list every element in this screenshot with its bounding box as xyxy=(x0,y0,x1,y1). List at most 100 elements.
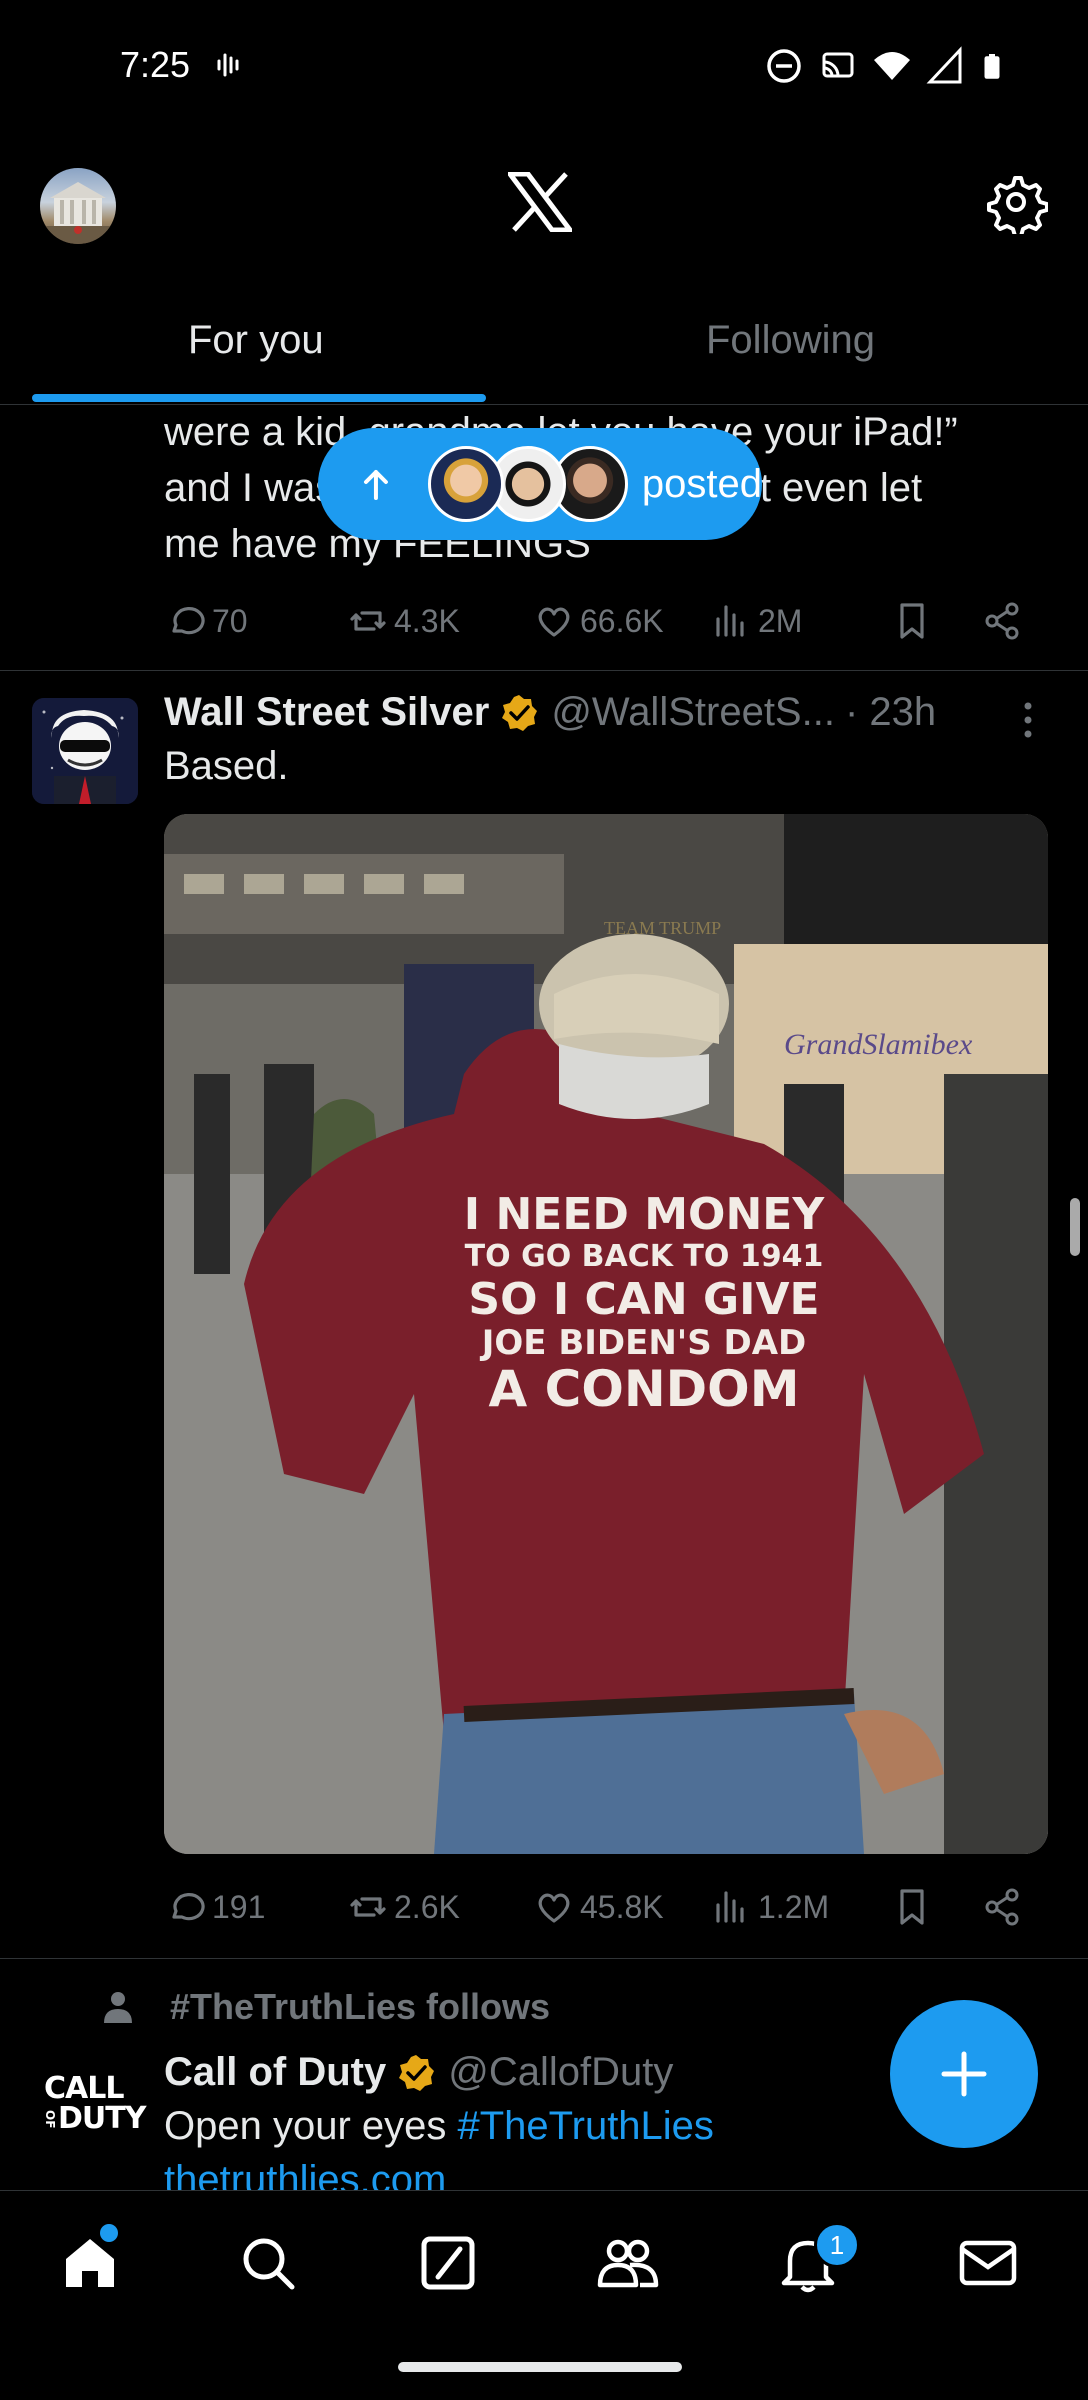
views-chart-icon xyxy=(716,1891,744,1923)
scrollbar[interactable] xyxy=(1070,1198,1080,1256)
repost-button[interactable]: 4.3K xyxy=(348,601,460,641)
tweet-text[interactable]: Based. xyxy=(164,744,289,789)
divider xyxy=(0,670,1088,671)
hat-text: TEAM TRUMP xyxy=(604,918,721,938)
shirt-text-line: JOE BIDEN'S DAD xyxy=(480,1323,807,1363)
bottom-navigation xyxy=(0,2190,1088,2331)
verified-badge-icon xyxy=(399,2054,435,2091)
bookmark-button[interactable] xyxy=(892,1887,932,1927)
promo-text-body: Open your eyes xyxy=(164,2104,458,2148)
logo-text: OF xyxy=(43,2109,57,2129)
tweet-photo[interactable]: GrandSlamibex TEAM TRUMP I NEED MONEY TO… xyxy=(164,814,1048,1854)
tab-following[interactable]: Following xyxy=(706,318,875,363)
tab-selected-indicator xyxy=(32,394,486,402)
author-name[interactable]: Call of Duty xyxy=(164,2050,386,2095)
gear-icon[interactable] xyxy=(984,170,1048,234)
heart-icon xyxy=(538,607,570,637)
avatar xyxy=(427,446,504,522)
logo-row: OF DUTY xyxy=(43,2104,146,2134)
promo-text[interactable]: Open your eyes #TheTruthLies xyxy=(164,2104,714,2149)
search-icon[interactable] xyxy=(236,2231,300,2295)
bookmark-icon xyxy=(900,1889,924,1925)
signal-icon xyxy=(926,46,962,84)
avatar[interactable] xyxy=(32,698,138,804)
call-of-duty-logo[interactable]: CALL OF DUTY xyxy=(43,2071,146,2138)
do-not-disturb-icon xyxy=(767,49,801,83)
views-count: 2M xyxy=(758,602,803,639)
bookmark-icon xyxy=(900,603,924,639)
arrow-up-icon xyxy=(363,470,388,500)
views-count: 1.2M xyxy=(758,1888,830,1925)
tweet-actions: 191 2.6K 45.8K 1.2M xyxy=(0,1882,1088,1932)
avatar-building-image xyxy=(40,182,116,244)
communities-icon[interactable] xyxy=(596,2231,660,2295)
heart-icon xyxy=(538,1893,570,1923)
x-logo-icon[interactable] xyxy=(508,172,572,232)
shirt-text-line: I NEED MONEY xyxy=(464,1189,826,1240)
share-button[interactable] xyxy=(982,601,1022,641)
reply-button[interactable]: 70 xyxy=(166,601,248,641)
like-button[interactable]: 66.6K xyxy=(534,601,664,641)
sound-wave-icon xyxy=(217,53,239,77)
messages-icon[interactable] xyxy=(956,2231,1020,2295)
author-handle[interactable]: @CallofDuty xyxy=(448,2050,673,2095)
gesture-bar[interactable] xyxy=(398,2362,682,2372)
share-icon xyxy=(985,1888,1019,1926)
grok-icon[interactable] xyxy=(416,2231,480,2295)
poster-avatars xyxy=(427,446,628,522)
follows-label: #TheTruthLies follows xyxy=(170,1986,551,2027)
share-button[interactable] xyxy=(982,1887,1022,1927)
like-count: 66.6K xyxy=(580,602,664,639)
notification-badge: 1 xyxy=(814,2222,860,2268)
tweet-time: · 23h xyxy=(844,690,937,734)
repost-icon xyxy=(350,611,386,631)
convention-photo-image: GrandSlamibex TEAM TRUMP I NEED MONEY TO… xyxy=(164,814,1048,1854)
hashtag-link[interactable]: #TheTruthLies xyxy=(458,2104,714,2148)
reply-count: 191 xyxy=(212,1888,266,1925)
previous-tweet-actions: 70 4.3K 66.6K 2M xyxy=(0,596,1088,646)
promo-header[interactable]: Call of Duty @CallofDuty xyxy=(164,2050,673,2095)
author-handle[interactable]: @WallStreetS... xyxy=(551,690,835,735)
tweet-header[interactable]: Wall Street Silver @WallStreetS... · 23h xyxy=(164,690,936,735)
plus-icon xyxy=(941,2051,987,2097)
more-options-icon[interactable] xyxy=(1010,700,1046,740)
author-name[interactable]: Wall Street Silver xyxy=(164,690,489,735)
battery-icon xyxy=(984,54,1000,79)
logo-text: CALL xyxy=(44,2071,124,2106)
bookmark-button[interactable] xyxy=(892,601,932,641)
reply-icon xyxy=(172,1893,205,1921)
shirt-text-line: TO GO BACK TO 1941 xyxy=(465,1239,824,1274)
status-icons xyxy=(764,46,1010,86)
reply-icon xyxy=(172,607,205,635)
share-icon xyxy=(985,602,1019,640)
follows-context[interactable]: #TheTruthLies follows xyxy=(100,1986,550,2028)
tab-for-you[interactable]: For you xyxy=(188,318,324,363)
divider xyxy=(0,1958,1088,1959)
profile-avatar[interactable] xyxy=(40,168,116,244)
verified-badge-icon xyxy=(502,694,538,731)
posted-label: posted xyxy=(641,461,762,506)
repost-count: 4.3K xyxy=(394,602,460,639)
promo-url-link[interactable]: thetruthlies.com xyxy=(164,2158,446,2190)
repost-count: 2.6K xyxy=(394,1888,460,1925)
booth-sign-text: GrandSlamibex xyxy=(784,1028,973,1061)
views-button[interactable]: 2M xyxy=(712,601,802,641)
like-button[interactable]: 45.8K xyxy=(534,1887,664,1927)
views-button[interactable]: 1.2M xyxy=(712,1887,829,1927)
logo-text: DUTY xyxy=(58,2101,146,2136)
reply-count: 70 xyxy=(212,602,248,639)
home-new-indicator xyxy=(100,2224,118,2242)
compose-button[interactable] xyxy=(890,2000,1038,2148)
repost-button[interactable]: 2.6K xyxy=(348,1887,460,1927)
status-time: 7:25 xyxy=(120,44,191,85)
wifi-icon xyxy=(874,52,910,80)
shirt-text-line: A CONDOM xyxy=(489,1360,800,1418)
shirt-text-line: SO I CAN GIVE xyxy=(468,1274,819,1325)
new-posts-pill[interactable]: posted xyxy=(318,428,762,540)
repost-icon xyxy=(350,1897,386,1917)
views-chart-icon xyxy=(716,605,744,637)
cast-icon xyxy=(822,52,854,78)
like-count: 45.8K xyxy=(580,1888,664,1925)
person-icon xyxy=(104,1992,132,2023)
reply-button[interactable]: 191 xyxy=(166,1887,265,1927)
